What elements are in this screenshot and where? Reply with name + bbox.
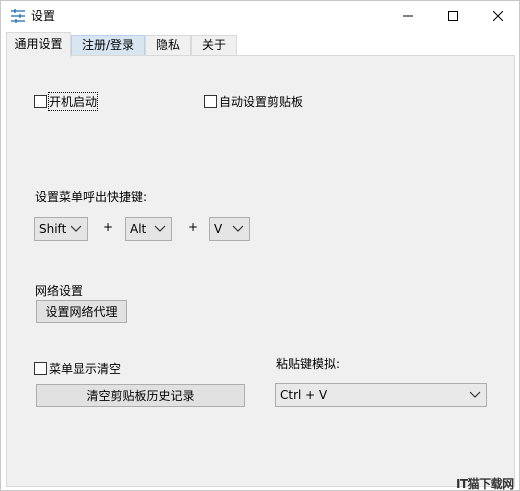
chevron-down-icon [154, 225, 166, 232]
menu-clear-checkbox-box[interactable] [34, 361, 47, 375]
tab-about[interactable]: 关于 [191, 35, 237, 56]
tab-register-login[interactable]: 注册/登录 [71, 35, 145, 56]
general-settings-panel [6, 55, 515, 487]
hotkey-modifier1-select[interactable]: Shift [34, 217, 88, 241]
settings-sliders-icon [10, 8, 26, 24]
plus-sign: + [103, 220, 114, 234]
title-bar[interactable]: 设置 [1, 1, 519, 31]
network-settings-label: 网络设置 [35, 284, 84, 298]
chevron-down-icon [70, 225, 82, 232]
paste-key-value: Ctrl + V [280, 388, 328, 402]
tab-strip: 通用设置 注册/登录 隐私 关于 [1, 32, 519, 57]
hotkey-label: 设置菜单呼出快捷键: [35, 190, 148, 204]
hotkey-modifier2-value: Alt [130, 222, 147, 236]
clear-history-button[interactable]: 清空剪贴板历史记录 [36, 384, 245, 407]
paste-key-label: 粘贴键模拟: [276, 357, 341, 371]
maximize-icon [448, 11, 458, 21]
network-proxy-button[interactable]: 设置网络代理 [36, 300, 127, 323]
chevron-down-icon [469, 391, 481, 398]
auto-clipboard-checkbox[interactable]: 自动设置剪贴板 [204, 93, 303, 109]
settings-window: 设置 通用设置 注册/登录 隐私 关于 开机启动 自动设置剪贴板 设置菜单呼出快… [0, 0, 520, 491]
hotkey-key-value: V [214, 222, 223, 236]
watermark: IT猫下载网 [456, 477, 514, 491]
menu-clear-label: 菜单显示清空 [49, 361, 122, 376]
minimize-icon [403, 15, 413, 17]
hotkey-modifier1-value: Shift [39, 222, 67, 236]
autostart-checkbox[interactable]: 开机启动 [34, 91, 99, 111]
tab-general[interactable]: 通用设置 [6, 32, 71, 57]
paste-key-select[interactable]: Ctrl + V [275, 383, 487, 407]
autostart-checkbox-box[interactable] [34, 94, 47, 108]
window-title: 设置 [31, 9, 56, 23]
plus-sign: + [188, 220, 199, 234]
hotkey-modifier2-select[interactable]: Alt [125, 217, 172, 241]
maximize-button[interactable] [430, 1, 476, 31]
auto-clipboard-checkbox-box[interactable] [204, 94, 217, 108]
menu-clear-checkbox[interactable]: 菜单显示清空 [34, 360, 121, 376]
hotkey-key-select[interactable]: V [209, 217, 250, 241]
auto-clipboard-label: 自动设置剪贴板 [219, 94, 304, 109]
minimize-button[interactable] [385, 1, 431, 31]
tab-privacy[interactable]: 隐私 [145, 35, 191, 56]
autostart-label: 开机启动 [47, 91, 99, 111]
close-button[interactable] [475, 1, 520, 31]
close-icon [493, 11, 503, 21]
chevron-down-icon [232, 225, 244, 232]
